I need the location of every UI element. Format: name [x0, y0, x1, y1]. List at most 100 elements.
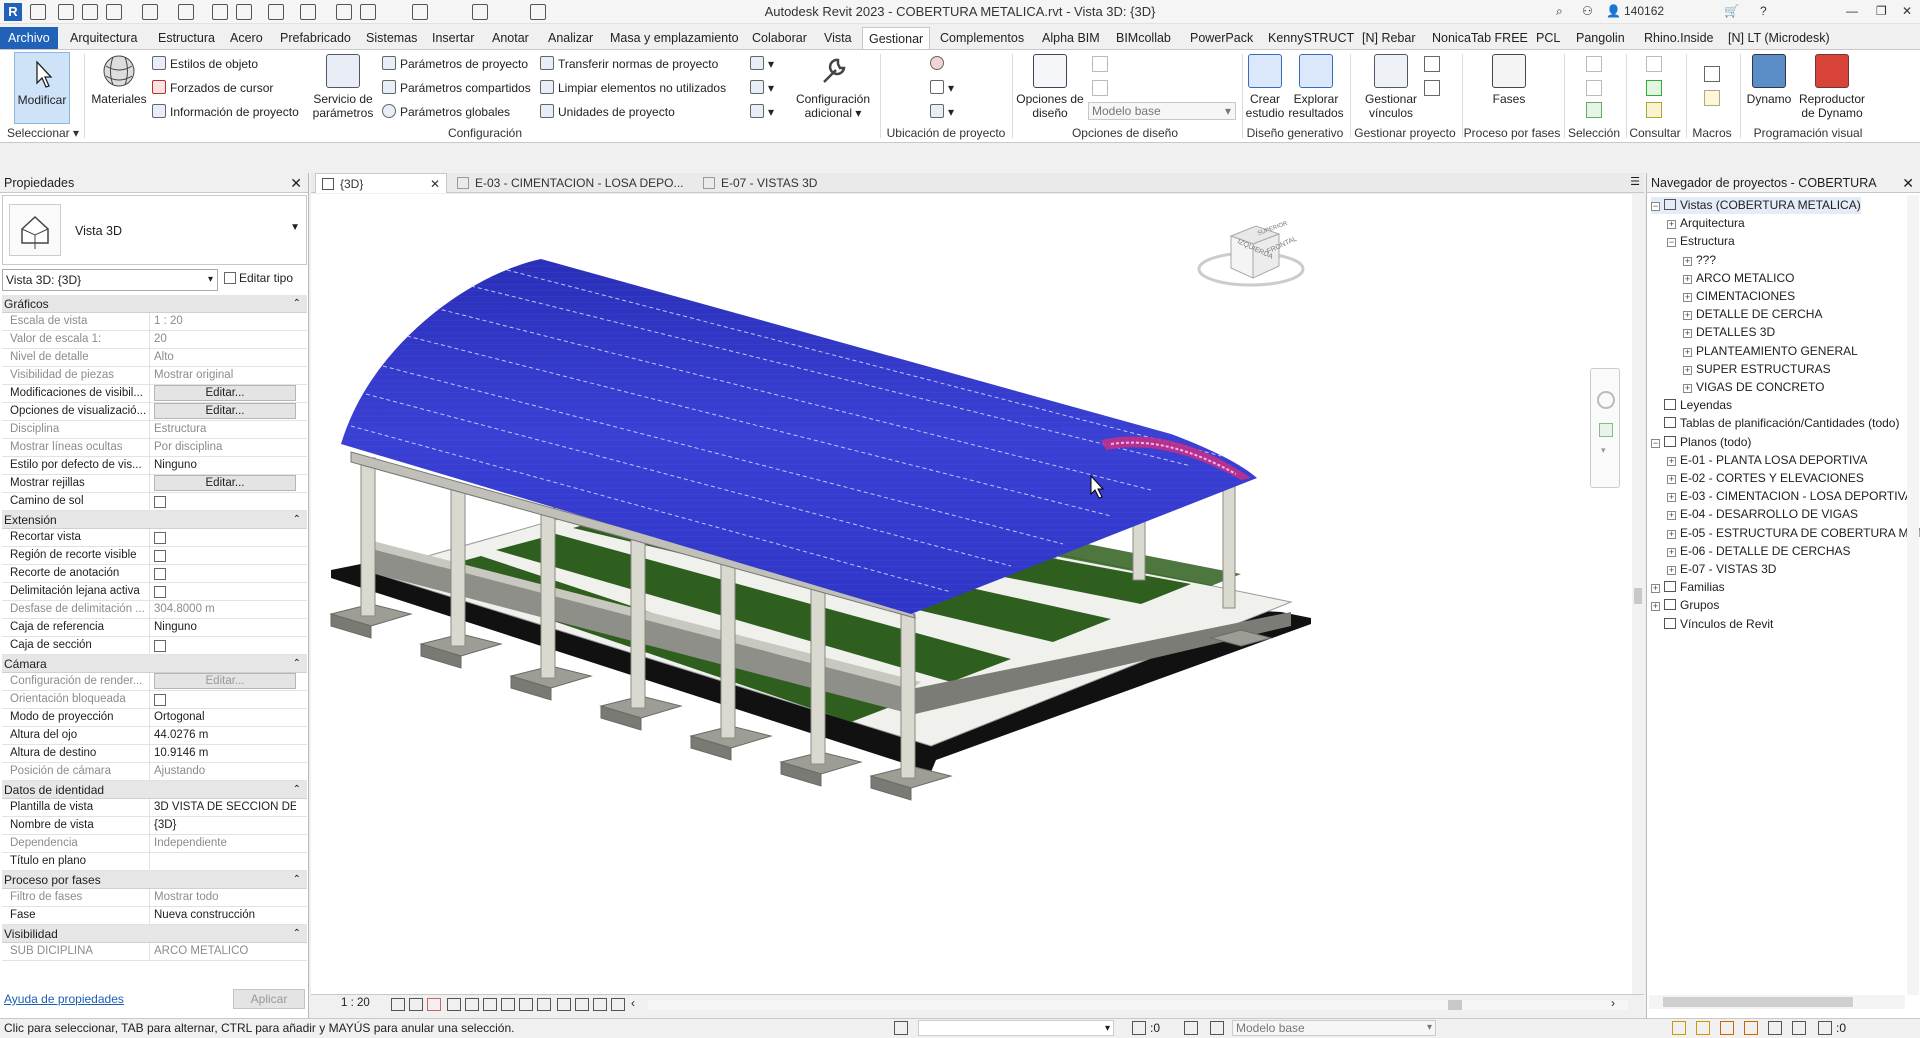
create-study-button[interactable]: Crear estudio: [1244, 52, 1286, 120]
property-group-header[interactable]: Gráficos ⌃: [2, 295, 307, 313]
browser-item[interactable]: + DETALLE DE CERCHA: [1683, 306, 1822, 323]
project-params-button[interactable]: Parámetros de proyecto: [382, 54, 528, 74]
browser-item[interactable]: + CIMENTACIONES: [1683, 288, 1795, 305]
property-checkbox[interactable]: [154, 568, 166, 580]
phases-button[interactable]: Fases: [1478, 52, 1540, 106]
tag-icon[interactable]: [336, 4, 352, 20]
edit-selection-icon[interactable]: [1586, 102, 1602, 118]
object-styles-button[interactable]: Estilos de objeto: [152, 54, 258, 74]
pick-to-edit-icon[interactable]: [1092, 80, 1108, 96]
snaps-button[interactable]: Forzados de cursor: [152, 78, 273, 98]
scroll-left-icon[interactable]: ‹: [631, 996, 635, 1010]
type-selector[interactable]: Vista 3D ▼: [2, 195, 307, 265]
materials-button[interactable]: Materiales: [90, 52, 148, 106]
redo-icon[interactable]: [178, 4, 194, 20]
load-selection-icon[interactable]: [1586, 80, 1602, 96]
tab-lt-microdesk[interactable]: [N] LT (Microdesk): [1722, 27, 1836, 49]
scrollbar-thumb[interactable]: [1634, 588, 1642, 604]
project-info-button[interactable]: Información de proyecto: [152, 102, 299, 122]
warnings-icon[interactable]: [1646, 102, 1662, 118]
browser-item[interactable]: + E-01 - PLANTA LOSA DEPORTIVA: [1667, 452, 1867, 469]
property-group-header[interactable]: Proceso por fases ⌃: [2, 871, 307, 889]
pdf-icon[interactable]: [236, 4, 252, 20]
binoculars-icon[interactable]: ⚇: [1582, 4, 1593, 18]
expand-icon[interactable]: +: [1667, 547, 1676, 557]
property-checkbox[interactable]: [154, 640, 166, 652]
expand-icon[interactable]: +: [1667, 220, 1676, 230]
design-options-status-icon[interactable]: [1184, 1021, 1198, 1035]
property-checkbox[interactable]: [154, 586, 166, 598]
collapse-icon[interactable]: −: [1651, 438, 1660, 448]
view-tab-3d[interactable]: {3D} ✕: [315, 173, 447, 193]
property-value[interactable]: Ortogonal: [152, 709, 296, 726]
text-icon[interactable]: [360, 4, 376, 20]
browser-item[interactable]: + ARCO METALICO: [1683, 270, 1794, 287]
dimension-icon[interactable]: [300, 4, 316, 20]
property-edit-button[interactable]: Editar...: [154, 475, 296, 491]
help-icon[interactable]: ?: [1760, 4, 1767, 18]
modify-button[interactable]: Modificar: [14, 52, 70, 124]
expand-icon[interactable]: +: [1667, 566, 1676, 575]
measure-icon[interactable]: [268, 4, 284, 20]
dynamo-button[interactable]: Dynamo: [1744, 52, 1794, 106]
design-option-status-select[interactable]: Modelo base ▾: [1232, 1020, 1436, 1036]
detail-level-icon[interactable]: [391, 998, 405, 1011]
close-icon[interactable]: ✕: [1902, 173, 1914, 193]
tab-menu-icon[interactable]: ☰: [1630, 175, 1640, 188]
browser-item[interactable]: − Planos (todo): [1651, 434, 1751, 451]
expand-icon[interactable]: +: [1667, 456, 1676, 466]
temporary-hide-icon[interactable]: [519, 998, 533, 1011]
tab-kennystruct[interactable]: KennySTRUCT: [1262, 27, 1360, 49]
coordinates-button[interactable]: ▾: [930, 78, 954, 98]
lock-view-icon[interactable]: [501, 998, 515, 1011]
filter-icon[interactable]: [1818, 1021, 1832, 1035]
browser-item[interactable]: − Estructura: [1667, 233, 1735, 250]
property-checkbox[interactable]: [154, 496, 166, 508]
tab-nonicatab[interactable]: NonicaTab FREE: [1426, 27, 1534, 49]
browser-item[interactable]: + PLANTEAMIENTO GENERAL: [1683, 343, 1858, 360]
property-group-header[interactable]: Extensión ⌃: [2, 511, 307, 529]
structural-settings-button[interactable]: ▾: [750, 54, 774, 74]
collapse-icon[interactable]: ⌃: [293, 511, 301, 529]
browser-item[interactable]: + DETALLES 3D: [1683, 324, 1775, 341]
collapse-icon[interactable]: ⌃: [293, 781, 301, 799]
cart-icon[interactable]: 🛒: [1724, 4, 1739, 18]
expand-icon[interactable]: +: [1683, 293, 1692, 302]
crop-view-icon[interactable]: [465, 998, 479, 1011]
manage-images-icon[interactable]: [1424, 56, 1440, 72]
browser-item[interactable]: + E-03 - CIMENTACION - LOSA DEPORTIVA: [1667, 488, 1913, 505]
tab-bimcollab[interactable]: BIMcollab: [1110, 27, 1177, 49]
background-process-icon[interactable]: [1792, 1021, 1806, 1035]
home-icon[interactable]: [30, 4, 46, 20]
browser-item[interactable]: + E-07 - VISTAS 3D: [1667, 561, 1776, 578]
tab-complementos[interactable]: Complementos: [934, 27, 1030, 49]
select-by-id-icon[interactable]: [1646, 80, 1662, 96]
expand-icon[interactable]: +: [1683, 329, 1692, 339]
property-value[interactable]: Nueva construcción: [152, 907, 296, 924]
expand-icon[interactable]: +: [1683, 274, 1692, 284]
collapse-icon[interactable]: ⌃: [293, 871, 301, 889]
tab-sistemas[interactable]: Sistemas: [360, 27, 423, 49]
property-group-header[interactable]: Visibilidad ⌃: [2, 925, 307, 943]
revit-logo-icon[interactable]: R: [4, 3, 22, 21]
property-value[interactable]: Ninguno: [152, 457, 296, 474]
collapse-icon[interactable]: ⌃: [293, 295, 301, 313]
editing-requests-icon[interactable]: [1132, 1021, 1146, 1035]
expand-icon[interactable]: +: [1667, 529, 1676, 539]
panel-schedule-button[interactable]: ▾: [750, 102, 774, 122]
property-value[interactable]: 44.0276 m: [152, 727, 296, 744]
visual-style-icon[interactable]: [409, 998, 423, 1011]
macro-security-icon[interactable]: [1704, 90, 1720, 106]
browser-item[interactable]: + Familias: [1651, 579, 1725, 596]
position-button[interactable]: ▾: [930, 102, 954, 122]
browser-item[interactable]: Tablas de planificación/Cantidades (todo…: [1651, 415, 1899, 432]
expand-icon[interactable]: +: [1667, 493, 1676, 503]
ids-of-selection-icon[interactable]: [1646, 56, 1662, 72]
property-value[interactable]: {3D}: [152, 817, 296, 834]
chevron-down-icon[interactable]: ▾: [1601, 445, 1606, 456]
tab-arquitectura[interactable]: Arquitectura: [64, 27, 143, 49]
open-icon[interactable]: [58, 4, 74, 20]
browser-item[interactable]: + E-06 - DETALLE DE CERCHAS: [1667, 543, 1851, 560]
tab-gestionar[interactable]: Gestionar: [862, 27, 931, 49]
tab-estructura[interactable]: Estructura: [152, 27, 221, 49]
